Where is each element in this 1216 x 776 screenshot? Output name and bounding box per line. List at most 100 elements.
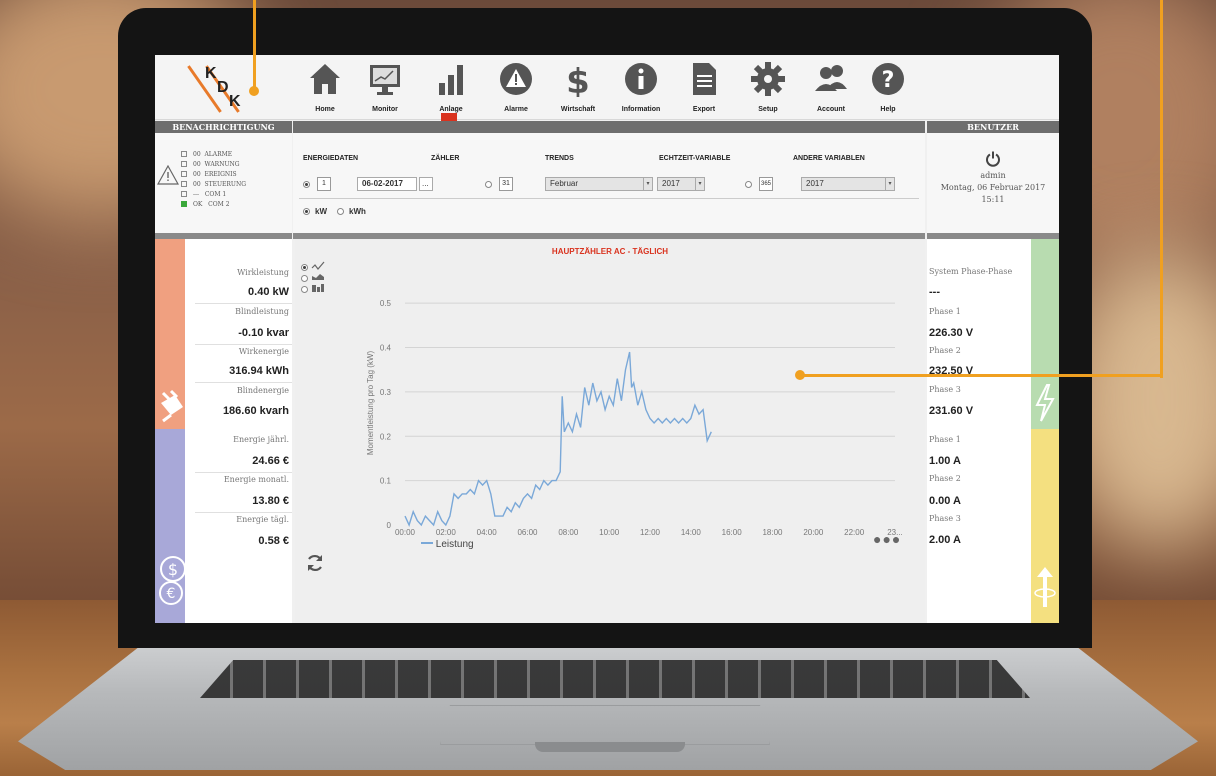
controls-panel: ENERGIEDATEN ZÄHLER TRENDS ECHTZEIT-VARI… — [293, 133, 925, 233]
nav-label: Anlage — [439, 106, 463, 113]
logo-letter: K — [205, 65, 217, 82]
calendar-year-icon[interactable]: 365 — [759, 177, 773, 191]
x-tick-label: 22:00 — [844, 528, 865, 537]
stat-value: 0.40 kW — [248, 286, 289, 298]
notification-label: EREIGNIS — [204, 171, 237, 178]
stat-label: Blindleistung — [235, 307, 289, 316]
legend-swatch — [421, 542, 433, 544]
stat-value: -0.10 kvar — [238, 327, 289, 339]
x-tick-label: 00:00 — [395, 528, 416, 537]
user-header: BENUTZER — [927, 121, 1059, 133]
refresh-icon[interactable] — [305, 553, 325, 573]
tab-andere-variablen[interactable]: ANDERE VARIABLEN — [793, 155, 865, 162]
nav-information[interactable]: Information — [611, 61, 671, 113]
period-month-radio[interactable] — [485, 181, 492, 188]
line-chart: 0 0.1 0.2 0.3 0.4 0.5 00:00 02:00 04:00 06:00 08:0… — [366, 299, 903, 537]
phase-current: 2.00 A — [929, 534, 962, 546]
x-tick-label: 12:00 — [640, 528, 661, 537]
stat-value: 316.94 kWh — [229, 365, 289, 377]
nav-export[interactable]: Export — [674, 61, 734, 113]
year-select-2[interactable]: 2017 ▾ — [801, 177, 895, 191]
notification-row: 00 WARNUNG — [181, 161, 240, 168]
notification-row: 00 EREIGNIS — [181, 171, 237, 178]
nav-label: Setup — [758, 106, 778, 113]
status-checkbox-ok — [181, 201, 187, 207]
stat-value: 13.80 € — [252, 495, 289, 507]
chart-panel: HAUPTZÄHLER AC - TÄGLICH 0 0.1 0.2 0.3 0.4 0.… — [295, 239, 925, 623]
user-name: admin — [980, 171, 1006, 180]
callout-line — [800, 374, 1163, 377]
help-icon: ? — [872, 63, 904, 95]
notification-row: 00 ALARME — [181, 151, 232, 158]
phase-label: Phase 3 — [929, 514, 961, 523]
nav-label: Monitor — [372, 106, 398, 113]
gear-icon — [751, 62, 785, 96]
user-panel: admin Montag, 06 Februar 2017 15:11 — [927, 133, 1059, 233]
unit-kw-radio[interactable] — [303, 208, 310, 215]
calendar-month-icon[interactable]: 31 — [499, 177, 513, 191]
phase-voltage: 226.30 V — [929, 327, 974, 339]
tab-zaehler[interactable]: ZÄHLER — [431, 155, 459, 162]
year-select[interactable]: 2017 ▾ — [657, 177, 705, 191]
laptop-lip — [535, 742, 685, 752]
app-screen: K D K Home Monitor Anlage Alarme $ Wirts… — [155, 55, 1059, 623]
date-input[interactable]: 06-02-2017 — [357, 177, 417, 191]
date-picker-button[interactable]: ... — [419, 177, 433, 191]
nav-monitor[interactable]: Monitor — [355, 61, 415, 113]
y-tick-label: 0.3 — [380, 388, 392, 397]
tab-echtzeit-variable[interactable]: ECHTZEIT-VARIABLE — [659, 155, 730, 162]
legend-label: Leistung — [435, 539, 474, 550]
series-line-leistung — [404, 351, 712, 527]
info-icon — [625, 63, 657, 95]
calendar-day-icon[interactable]: 1 — [317, 177, 331, 191]
power-icon[interactable] — [985, 151, 1001, 167]
unit-kw-label: kW — [315, 207, 327, 216]
dollar-icon: $ — [566, 62, 590, 102]
notification-count: --- — [193, 191, 200, 198]
tab-trends[interactable]: TRENDS — [545, 155, 574, 162]
phase-label: Phase 2 — [929, 474, 961, 483]
nav-account[interactable]: Account — [801, 61, 861, 113]
nav-home[interactable]: Home — [295, 61, 355, 113]
y-tick-label: 0.4 — [380, 344, 392, 353]
callout-dot — [795, 370, 805, 380]
x-tick-label: 20:00 — [803, 528, 824, 537]
svg-text:?: ? — [882, 68, 895, 93]
notification-label: STEUERUNG — [204, 181, 247, 188]
month-select[interactable]: Februar ▾ — [545, 177, 653, 191]
notification-label: COM 2 — [208, 201, 230, 208]
notifications-header: BENACHRICHTIGUNG — [155, 121, 292, 133]
y-tick-label: 0.2 — [380, 432, 392, 441]
notification-label: COM 1 — [204, 191, 227, 198]
users-icon — [815, 65, 847, 91]
nav-setup[interactable]: Setup — [738, 61, 798, 113]
nav-label: Export — [692, 106, 716, 113]
period-day-radio[interactable] — [303, 181, 310, 188]
more-options-icon[interactable]: ●●● — [873, 531, 901, 547]
notification-label: ALARME — [204, 151, 233, 158]
nav-help[interactable]: ? Help — [858, 61, 918, 113]
period-year-radio[interactable] — [745, 181, 752, 188]
kdk-logo[interactable]: K D K — [187, 65, 255, 113]
tab-energiedaten[interactable]: ENERGIEDATEN — [303, 155, 358, 162]
status-checkbox — [181, 171, 187, 177]
notification-count: 00 — [193, 171, 201, 178]
chart-legend[interactable]: Leistung — [421, 539, 474, 550]
notifications-panel: 00 ALARME 00 WARNUNG 00 EREIGNIS 00 STEU… — [155, 133, 292, 233]
y-tick-label: 0.1 — [380, 477, 392, 486]
divider — [195, 344, 292, 345]
phase-voltage: 231.60 V — [929, 405, 974, 417]
unit-kwh-radio[interactable] — [337, 208, 344, 215]
stat-label: Energie monatl. — [223, 475, 289, 484]
nav-anlage[interactable]: Anlage — [421, 61, 481, 113]
nav-wirtschaft[interactable]: $ Wirtschaft — [548, 61, 608, 113]
phase-label: Phase 1 — [929, 307, 961, 316]
nav-label: Help — [880, 106, 896, 113]
home-icon — [310, 64, 340, 94]
chevron-down-icon: ▾ — [643, 178, 652, 190]
stat-label: Energie jährl. — [233, 435, 289, 444]
status-checkbox — [181, 161, 187, 167]
nav-alarme[interactable]: Alarme — [486, 61, 546, 113]
laptop-keyboard — [200, 660, 1030, 698]
phase-current: 1.00 A — [929, 455, 962, 467]
